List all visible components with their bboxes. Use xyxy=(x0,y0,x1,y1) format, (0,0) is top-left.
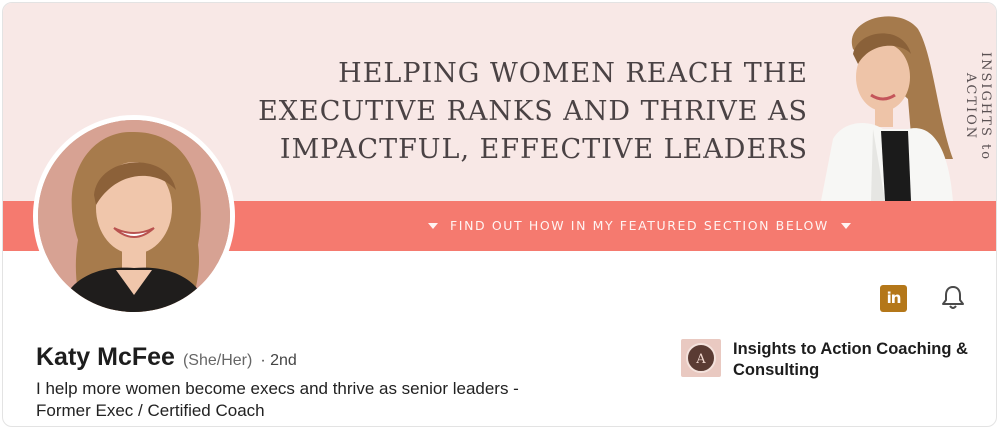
profile-card: HELPING WOMEN REACH THE EXECUTIVE RANKS … xyxy=(2,2,997,427)
profile-pronouns: (She/Her) xyxy=(182,352,253,369)
profile-headline-line-1: I help more women become execs and thriv… xyxy=(36,379,519,398)
avatar-photo xyxy=(38,120,230,312)
banner-highlight: EXECUTIVE RANKS AND THRIVE xyxy=(256,93,761,131)
company-name[interactable]: Insights to Action Coaching & Consulting xyxy=(733,339,983,381)
caret-down-icon xyxy=(840,222,851,229)
banner-portrait-image xyxy=(813,9,958,201)
profile-name: Katy McFee xyxy=(36,343,175,371)
banner-headline-line-3: IMPACTFUL, EFFECTIVE LEADERS xyxy=(279,134,808,165)
profile-headline: I help more women become execs and thriv… xyxy=(36,378,656,422)
banner-headline: HELPING WOMEN REACH THE EXECUTIVE RANKS … xyxy=(248,55,808,169)
banner-headline-line-2: EXECUTIVE RANKS AND THRIVE AS xyxy=(248,93,808,131)
profile-name-row: Katy McFee (She/Her) · 2nd xyxy=(36,343,297,372)
connection-degree: · 2nd xyxy=(260,352,297,369)
banner-headline-line-2-rest: AS xyxy=(758,96,808,127)
banner-cta: FIND OUT HOW IN MY FEATURED SECTION BELO… xyxy=(428,218,851,233)
banner-headline-line-1: HELPING WOMEN REACH THE xyxy=(338,58,808,89)
current-company[interactable]: A Insights to Action Coaching & Consulti… xyxy=(681,339,983,381)
bell-icon[interactable] xyxy=(938,283,968,313)
brand-wordmark-vertical: INSIGHTS to ACTION xyxy=(963,52,993,162)
company-logo-mark: A xyxy=(686,343,716,373)
banner-cta-text: FIND OUT HOW IN MY FEATURED SECTION BELO… xyxy=(450,218,829,233)
profile-avatar[interactable] xyxy=(33,115,235,317)
caret-down-icon xyxy=(428,222,438,229)
linkedin-icon[interactable]: in xyxy=(880,285,907,312)
profile-headline-line-2: Former Exec / Certified Coach xyxy=(36,401,265,420)
company-logo[interactable]: A xyxy=(681,339,721,377)
